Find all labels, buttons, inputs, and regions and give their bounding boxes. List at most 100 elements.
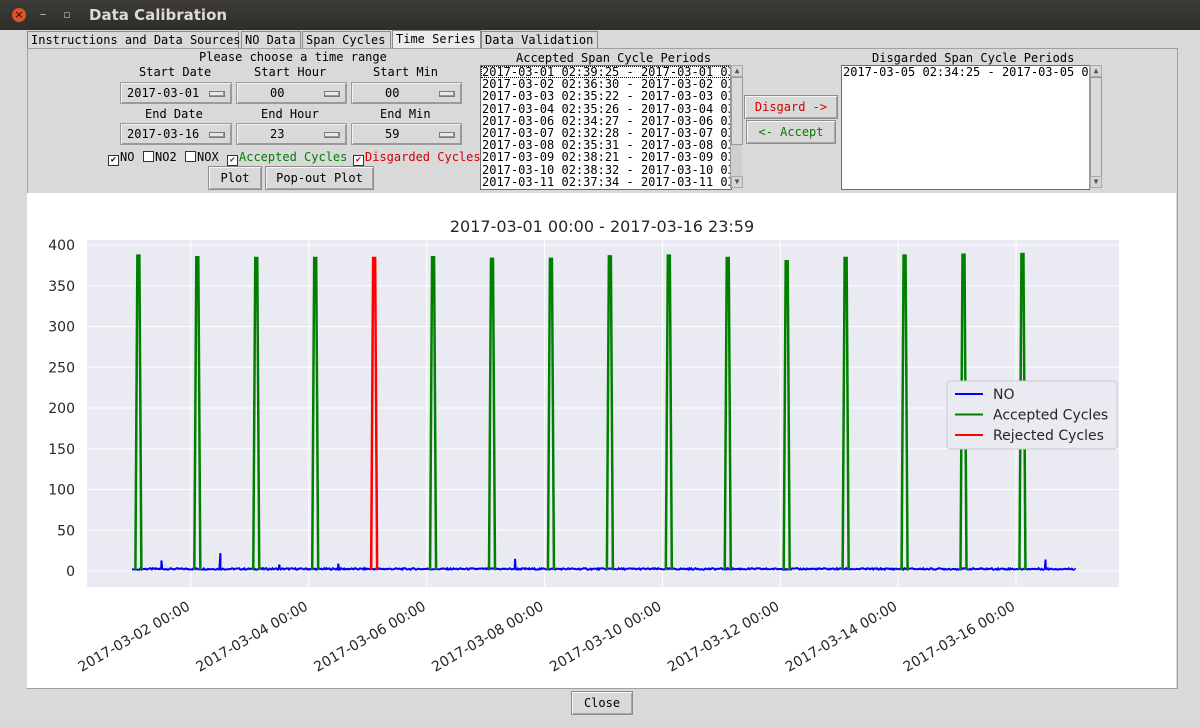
dropdown-icon — [209, 132, 225, 138]
x-tick-label: 2017-03-06 00:00 — [311, 599, 428, 676]
scroll-up-icon[interactable]: ▲ — [731, 65, 743, 77]
accepted-cycles-checkbox[interactable]: ✔ Accepted Cycles — [227, 150, 347, 166]
legend-label: Rejected Cycles — [993, 428, 1104, 444]
y-tick-label: 300 — [48, 320, 75, 336]
x-tick-label: 2017-03-12 00:00 — [665, 599, 782, 676]
scroll-up-icon[interactable]: ▲ — [1090, 65, 1102, 77]
popout-plot-button[interactable]: Pop-out Plot — [265, 166, 374, 190]
disgarded-list-scrollbar[interactable]: ▲ ▼ — [1089, 65, 1102, 188]
start-date-label: Start Date — [139, 65, 212, 79]
accepted-list-title: Accepted Span Cycle Periods — [516, 51, 712, 65]
x-tick-label: 2017-03-02 00:00 — [76, 599, 193, 676]
list-item[interactable]: 2017-03-05 02:34:25 - 2017-03-05 03 — [842, 66, 1089, 78]
nox-checkbox[interactable]: NOX — [185, 150, 219, 164]
disgarded-cycles-label: Disgarded Cycles — [365, 150, 481, 164]
checkmark-icon: ✔ — [108, 155, 119, 166]
end-min-label: End Min — [380, 107, 431, 121]
chart-title: 2017-03-01 00:00 - 2017-03-16 23:59 — [450, 217, 754, 236]
end-date-select[interactable]: 2017-03-16 — [120, 123, 232, 145]
plot-area: 2017-03-01 00:00 - 2017-03-16 23:59 0 50 1… — [27, 193, 1176, 688]
legend-label: Accepted Cycles — [993, 408, 1108, 424]
end-date-value: 2017-03-16 — [127, 127, 200, 141]
accepted-list-scrollbar[interactable]: ▲ ▼ — [730, 65, 743, 188]
start-date-select[interactable]: 2017-03-01 — [120, 82, 232, 104]
y-tick-label: 50 — [57, 523, 75, 539]
tab-data-validation[interactable]: Data Validation — [481, 31, 598, 49]
y-tick-label: 250 — [48, 360, 75, 376]
x-tick-label: 2017-03-04 00:00 — [194, 599, 311, 676]
list-item[interactable]: 2017-03-07 02:32:28 - 2017-03-07 03 — [481, 127, 731, 139]
time-series-chart: 2017-03-01 00:00 - 2017-03-16 23:59 0 50 1… — [48, 217, 1119, 676]
end-hour-select[interactable]: 23 — [236, 123, 347, 145]
no-checkbox-label: NO — [120, 150, 135, 164]
dropdown-icon — [324, 132, 340, 138]
list-item[interactable]: 2017-03-08 02:35:31 - 2017-03-08 03 — [481, 139, 731, 151]
checkbox-empty-icon — [143, 151, 154, 162]
window-titlebar: × – ▫ Data Calibration — [0, 0, 1200, 30]
start-min-value: 00 — [385, 86, 400, 100]
checkmark-icon: ✔ — [227, 155, 238, 166]
scroll-down-icon[interactable]: ▼ — [1090, 176, 1102, 188]
start-min-label: Start Min — [373, 65, 439, 79]
checkbox-empty-icon — [185, 151, 196, 162]
list-item[interactable]: 2017-03-03 02:35:22 - 2017-03-03 03 — [481, 90, 731, 102]
x-tick-label: 2017-03-08 00:00 — [429, 599, 546, 676]
y-tick-label: 400 — [48, 238, 75, 254]
list-item[interactable]: 2017-03-02 02:36:30 - 2017-03-02 03 — [481, 78, 731, 90]
no-checkbox[interactable]: ✔ NO — [108, 150, 134, 166]
y-tick-label: 200 — [48, 401, 75, 417]
list-item[interactable]: 2017-03-06 02:34:27 - 2017-03-06 03 — [481, 115, 731, 127]
disgard-button[interactable]: Disgard -> — [744, 95, 838, 119]
x-tick-label: 2017-03-10 00:00 — [547, 599, 664, 676]
dropdown-icon — [439, 91, 455, 97]
window-minimize-icon[interactable]: – — [36, 8, 50, 22]
start-hour-label: Start Hour — [254, 65, 327, 79]
close-button[interactable]: Close — [571, 691, 633, 715]
y-tick-label: 0 — [66, 564, 75, 580]
accept-button[interactable]: <- Accept — [746, 120, 836, 144]
end-hour-value: 23 — [270, 127, 285, 141]
list-item[interactable]: 2017-03-09 02:38:21 - 2017-03-09 03 — [481, 151, 731, 163]
window-maximize-icon[interactable]: ▫ — [60, 8, 74, 22]
disgarded-cycles-list[interactable]: 2017-03-05 02:34:25 - 2017-03-05 03 — [841, 65, 1090, 190]
list-item[interactable]: 2017-03-11 02:37:34 - 2017-03-11 03 — [481, 176, 731, 188]
accepted-cycles-label: Accepted Cycles — [239, 150, 348, 164]
y-tick-label: 350 — [48, 279, 75, 295]
end-min-select[interactable]: 59 — [351, 123, 462, 145]
checkmark-icon: ✔ — [353, 155, 364, 166]
time-range-heading: Please choose a time range — [199, 50, 387, 64]
y-tick-label: 150 — [48, 442, 75, 458]
start-hour-select[interactable]: 00 — [236, 82, 347, 104]
y-tick-label: 100 — [48, 483, 75, 499]
tab-time-series[interactable]: Time Series — [392, 30, 481, 50]
legend-label: NO — [993, 387, 1015, 403]
window-close-icon[interactable]: × — [12, 8, 26, 22]
scroll-thumb[interactable] — [731, 77, 743, 145]
nox-checkbox-label: NOX — [197, 150, 219, 164]
start-min-select[interactable]: 00 — [351, 82, 462, 104]
dropdown-icon — [439, 132, 455, 138]
x-tick-label: 2017-03-16 00:00 — [901, 599, 1018, 676]
list-item[interactable]: 2017-03-04 02:35:26 - 2017-03-04 03 — [481, 103, 731, 115]
end-hour-label: End Hour — [261, 107, 319, 121]
scroll-thumb[interactable] — [1090, 77, 1102, 177]
list-item[interactable]: 2017-03-01 02:39:25 - 2017-03-01 03 — [481, 66, 731, 79]
window-title: Data Calibration — [89, 6, 228, 24]
tab-instructions[interactable]: Instructions and Data Sources — [27, 31, 241, 49]
dropdown-icon — [209, 91, 225, 97]
end-date-label: End Date — [145, 107, 203, 121]
disgarded-cycles-checkbox[interactable]: ✔ Disgarded Cycles — [353, 150, 481, 166]
plot-button[interactable]: Plot — [208, 166, 262, 190]
disgarded-list-title: Disgarded Span Cycle Periods — [872, 51, 1075, 65]
x-tick-label: 2017-03-14 00:00 — [783, 599, 900, 676]
list-item[interactable]: 2017-03-10 02:38:32 - 2017-03-10 03 — [481, 164, 731, 176]
no2-checkbox[interactable]: NO2 — [143, 150, 177, 164]
accepted-cycles-list[interactable]: 2017-03-01 02:39:25 - 2017-03-01 03 2017… — [480, 65, 732, 190]
tab-span-cycles[interactable]: Span Cycles — [302, 31, 391, 49]
tab-no-data[interactable]: NO Data — [241, 31, 301, 49]
start-date-value: 2017-03-01 — [127, 86, 200, 100]
end-min-value: 59 — [385, 127, 400, 141]
scroll-down-icon[interactable]: ▼ — [731, 176, 743, 188]
no2-checkbox-label: NO2 — [155, 150, 177, 164]
dropdown-icon — [324, 91, 340, 97]
